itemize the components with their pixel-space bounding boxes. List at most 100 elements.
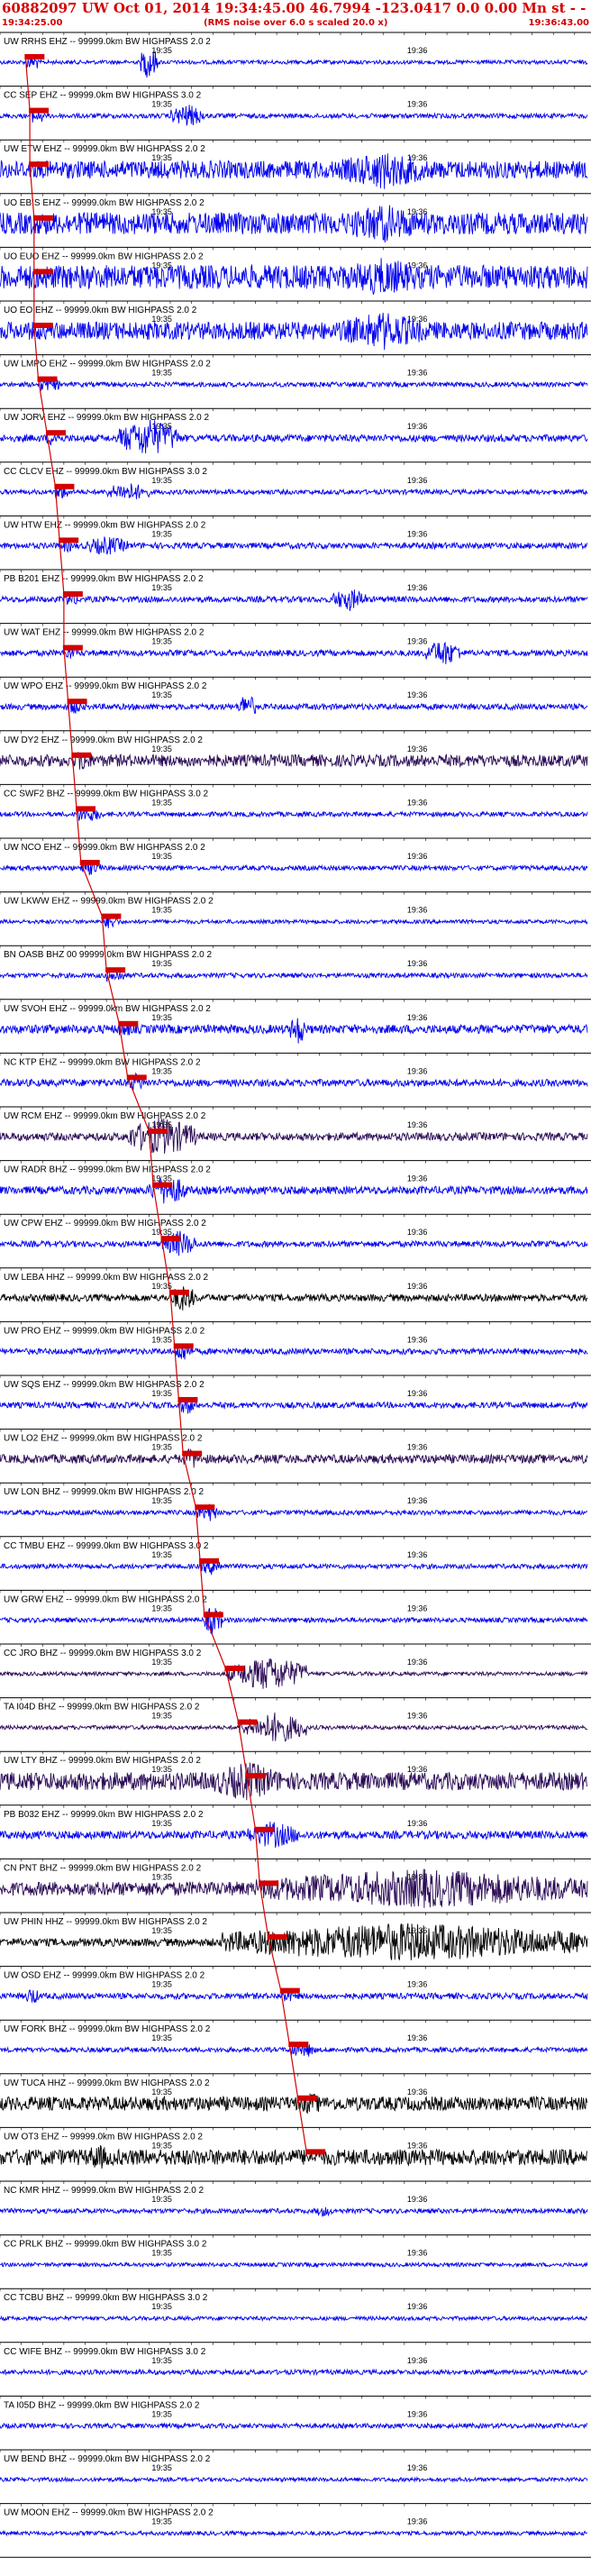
waveform-trace [0,2144,588,2169]
pick-marker [259,1880,279,1886]
waveform-trace [0,205,588,243]
waveform-trace [0,105,588,126]
trace-label: UW WPO EHZ -- 99999.0km BW HIGHPASS 2.0 … [4,681,207,691]
pick-marker [195,1504,215,1511]
pick-marker [59,537,79,544]
tick-label: 19:36 [407,1819,428,1828]
pick-marker [237,1719,258,1725]
waveform-trace [0,1712,588,1742]
waveform-trace [0,1396,588,1414]
tick-label: 19:35 [151,2087,172,2096]
trace-label: CC TMBU EHZ -- 99999.0km BW HIGHPASS 3.0… [4,1541,209,1551]
pick-marker [76,806,96,812]
tick-label: 19:35 [151,1389,172,1398]
pick-marker [173,1343,194,1349]
waveform-trace [0,483,588,499]
pick-marker [279,1987,300,1994]
tick-label: 19:36 [407,1496,428,1505]
pick-marker [182,1450,203,1457]
tick-label: 19:35 [151,2517,172,2526]
trace-label: UW LEBA HHZ -- 99999.0km BW HIGHPASS 2.0… [4,1273,209,1283]
tick-label: 19:35 [151,2033,172,2042]
waveform-trace [0,1503,588,1521]
pick-marker [246,1773,267,1779]
pick-marker [29,161,50,168]
tick-label: 19:35 [151,906,172,915]
trace-label: UW RCM EHZ -- 99999.0km BW HIGHPASS 2.0 … [4,1111,206,1121]
waveform-trace [0,1923,588,1961]
waveform-trace [0,536,588,555]
trace-label: UW DY2 EHZ -- 99999.0km BW HIGHPASS 2.0 … [4,735,203,745]
waveform-trace [0,2368,588,2377]
trace-label: CC TCBU BHZ -- 99999.0km BW HIGHPASS 3.0… [4,2293,208,2303]
trace-label: CC PRLK BHZ -- 99999.0km BW HIGHPASS 3.0… [4,2240,207,2250]
tick-label: 19:36 [407,1712,428,1721]
waveform-trace [0,1018,588,1044]
tick-label: 19:36 [407,1658,428,1667]
tick-label: 19:35 [151,1013,172,1022]
tick-label: 19:35 [151,1550,172,1559]
tick-label: 19:35 [151,2463,172,2472]
tick-label: 19:36 [407,690,428,699]
tick-label: 19:35 [151,1603,172,1612]
tick-label: 19:36 [407,852,428,861]
trace-label: NC KMR HHZ -- 99999.0km BW HIGHPASS 2.0 … [4,2186,205,2196]
waveform-trace [0,2206,588,2217]
pick-marker [62,591,83,597]
tick-label: 19:35 [151,369,172,378]
tick-label: 19:36 [407,1228,428,1237]
trace-label: UW NCO EHZ -- 99999.0km BW HIGHPASS 2.0 … [4,843,205,853]
pick-marker [267,1934,287,1940]
trace-label: PB B201 EHZ -- 99999.0km BW HIGHPASS 2.0… [4,574,204,584]
tick-label: 19:35 [151,207,172,216]
waveform-trace [0,2261,588,2269]
pick-marker [105,967,126,973]
tick-label: 19:36 [407,529,428,538]
tick-label: 19:36 [407,1443,428,1452]
tick-label: 19:35 [151,1066,172,1075]
waveform-trace [0,2093,588,2115]
waveform-trace [0,2476,588,2483]
trace-label: UW SVOH EHZ -- 99999.0km BW HIGHPASS 2.0… [4,1004,211,1014]
tick-label: 19:36 [407,637,428,646]
trace-label: UW LO2 EHZ -- 99999.0km BW HIGHPASS 2.0 … [4,1434,203,1444]
waveform-trace [0,1072,588,1091]
trace-label: BN OASB BHZ 00 99999.0km BW HIGHPASS 2.0… [4,950,212,960]
tick-label: 19:36 [407,1335,428,1344]
pick-marker [296,2095,317,2101]
tick-label: 19:36 [407,1980,428,1989]
tick-label: 19:35 [151,1443,172,1452]
tick-label: 19:35 [151,2141,172,2150]
tick-label: 19:36 [407,1550,428,1559]
tick-label: 19:35 [151,2302,172,2311]
tick-label: 19:35 [151,690,172,699]
waveform-trace [0,968,588,982]
waveform-trace [0,1177,588,1204]
pick-marker [54,483,75,489]
trace-label: UW WAT EHZ -- 99999.0km BW HIGHPASS 2.0 … [4,628,205,638]
tick-label: 19:35 [151,1335,172,1344]
seismogram-plot: UW RRHS EHZ -- 99999.0km BW HIGHPASS 2.0… [0,32,591,2558]
trace-label: UW LMPO EHZ -- 99999.0km BW HIGHPASS 2.0… [4,360,211,370]
tick-label: 19:36 [407,2409,428,2418]
trace-label: UW LON BHZ -- 99999.0km BW HIGHPASS 2.0 … [4,1487,205,1497]
waveform-trace [0,1658,588,1689]
tick-label: 19:35 [151,1658,172,1667]
trace-label: UW GRW EHZ -- 99999.0km BW HIGHPASS 2.0 … [4,1594,207,1604]
waveform-trace [0,1868,588,1908]
trace-label: UW PRO EHZ -- 99999.0km BW HIGHPASS 2.0 … [4,1326,205,1336]
waveform-trace [0,1230,588,1256]
tick-label: 19:35 [151,1872,172,1881]
waveform-trace [0,258,588,295]
pick-marker [126,1074,147,1081]
tick-label: 19:36 [407,2302,428,2311]
waveform-trace [0,153,588,189]
tick-label: 19:36 [407,2033,428,2042]
tick-label: 19:36 [407,100,428,109]
pick-marker [224,1666,245,1671]
pick-marker [148,1128,168,1134]
trace-label: UW LKWW EHZ -- 99999.0km BW HIGHPASS 2.0… [4,897,214,907]
tick-label: 19:35 [151,529,172,538]
tick-label: 19:36 [407,1174,428,1183]
waveform-trace [0,1286,588,1311]
